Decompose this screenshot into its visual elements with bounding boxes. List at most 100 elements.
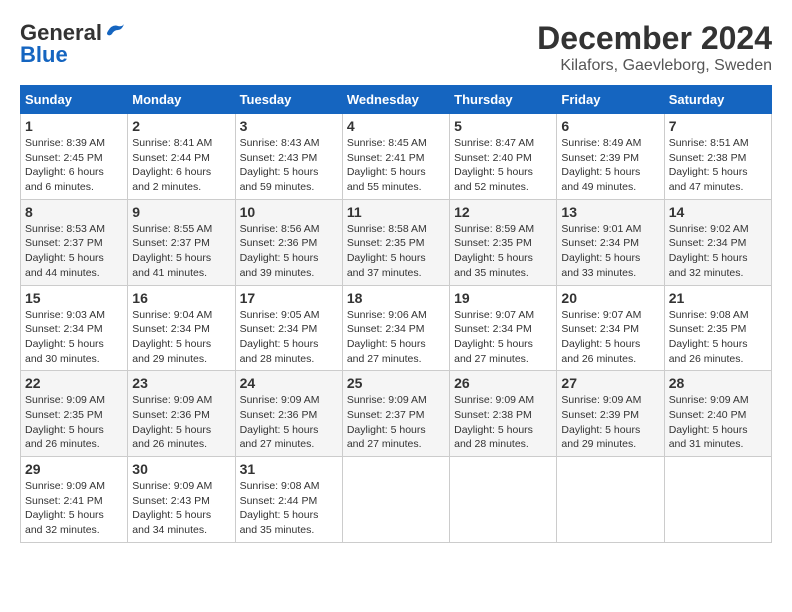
day-number: 13 [561, 204, 659, 220]
day-info: Sunrise: 8:59 AMSunset: 2:35 PMDaylight:… [454, 222, 552, 281]
day-number: 7 [669, 118, 767, 134]
day-info: Sunrise: 8:41 AMSunset: 2:44 PMDaylight:… [132, 136, 230, 195]
calendar-cell: 16 Sunrise: 9:04 AMSunset: 2:34 PMDayligh… [128, 285, 235, 371]
calendar-cell: 21 Sunrise: 9:08 AMSunset: 2:35 PMDayligh… [664, 285, 771, 371]
day-info: Sunrise: 9:09 AMSunset: 2:36 PMDaylight:… [132, 393, 230, 452]
calendar-cell: 14Sunrise: 9:02 AMSunset: 2:34 PMDayligh… [664, 199, 771, 285]
day-info: Sunrise: 9:06 AMSunset: 2:34 PMDaylight:… [347, 308, 445, 367]
calendar-cell: 19 Sunrise: 9:07 AMSunset: 2:34 PMDayligh… [450, 285, 557, 371]
day-info: Sunrise: 9:08 AMSunset: 2:44 PMDaylight:… [240, 479, 338, 538]
calendar-week-row: 22 Sunrise: 9:09 AMSunset: 2:35 PMDayligh… [21, 371, 772, 457]
calendar-cell: 20 Sunrise: 9:07 AMSunset: 2:34 PMDayligh… [557, 285, 664, 371]
calendar-cell: 23 Sunrise: 9:09 AMSunset: 2:36 PMDayligh… [128, 371, 235, 457]
day-number: 3 [240, 118, 338, 134]
day-info: Sunrise: 8:55 AMSunset: 2:37 PMDaylight:… [132, 222, 230, 281]
day-number: 20 [561, 290, 659, 306]
calendar-cell: 25 Sunrise: 9:09 AMSunset: 2:37 PMDayligh… [342, 371, 449, 457]
calendar-cell: 10 Sunrise: 8:56 AMSunset: 2:36 PMDayligh… [235, 199, 342, 285]
calendar-cell: 13 Sunrise: 9:01 AMSunset: 2:34 PMDayligh… [557, 199, 664, 285]
day-number: 2 [132, 118, 230, 134]
calendar-cell: 7Sunrise: 8:51 AMSunset: 2:38 PMDaylight… [664, 114, 771, 200]
day-number: 4 [347, 118, 445, 134]
day-number: 29 [25, 461, 123, 477]
day-info: Sunrise: 9:08 AMSunset: 2:35 PMDaylight:… [669, 308, 767, 367]
weekday-header-thursday: Thursday [450, 86, 557, 114]
day-info: Sunrise: 8:53 AMSunset: 2:37 PMDaylight:… [25, 222, 123, 281]
calendar-cell: 11Sunrise: 8:58 AMSunset: 2:35 PMDayligh… [342, 199, 449, 285]
bird-icon [104, 22, 126, 40]
title-section: December 2024 Kilafors, Gaevleborg, Swed… [537, 20, 772, 75]
calendar-week-row: 15Sunrise: 9:03 AMSunset: 2:34 PMDayligh… [21, 285, 772, 371]
logo: General Blue [20, 20, 126, 68]
day-info: Sunrise: 9:07 AMSunset: 2:34 PMDaylight:… [454, 308, 552, 367]
day-info: Sunrise: 8:47 AMSunset: 2:40 PMDaylight:… [454, 136, 552, 195]
weekday-header-wednesday: Wednesday [342, 86, 449, 114]
day-number: 9 [132, 204, 230, 220]
page-title: December 2024 [537, 20, 772, 57]
day-number: 21 [669, 290, 767, 306]
day-number: 23 [132, 375, 230, 391]
day-number: 8 [25, 204, 123, 220]
weekday-header-tuesday: Tuesday [235, 86, 342, 114]
calendar-cell: 1Sunrise: 8:39 AMSunset: 2:45 PMDaylight… [21, 114, 128, 200]
day-info: Sunrise: 9:09 AMSunset: 2:39 PMDaylight:… [561, 393, 659, 452]
day-number: 12 [454, 204, 552, 220]
day-number: 26 [454, 375, 552, 391]
calendar-cell [342, 457, 449, 543]
calendar-cell: 31 Sunrise: 9:08 AMSunset: 2:44 PMDayligh… [235, 457, 342, 543]
calendar-cell: 28 Sunrise: 9:09 AMSunset: 2:40 PMDayligh… [664, 371, 771, 457]
logo-blue-text: Blue [20, 42, 68, 68]
calendar-cell [557, 457, 664, 543]
calendar-header-row: SundayMondayTuesdayWednesdayThursdayFrid… [21, 86, 772, 114]
calendar-cell: 24Sunrise: 9:09 AMSunset: 2:36 PMDayligh… [235, 371, 342, 457]
day-number: 17 [240, 290, 338, 306]
calendar-cell: 27 Sunrise: 9:09 AMSunset: 2:39 PMDayligh… [557, 371, 664, 457]
day-number: 16 [132, 290, 230, 306]
calendar-table: SundayMondayTuesdayWednesdayThursdayFrid… [20, 85, 772, 543]
day-number: 6 [561, 118, 659, 134]
calendar-cell: 22 Sunrise: 9:09 AMSunset: 2:35 PMDayligh… [21, 371, 128, 457]
calendar-cell: 9 Sunrise: 8:55 AMSunset: 2:37 PMDaylight… [128, 199, 235, 285]
calendar-cell: 3 Sunrise: 8:43 AMSunset: 2:43 PMDaylight… [235, 114, 342, 200]
day-info: Sunrise: 9:09 AMSunset: 2:36 PMDaylight:… [240, 393, 338, 452]
calendar-week-row: 1Sunrise: 8:39 AMSunset: 2:45 PMDaylight… [21, 114, 772, 200]
day-info: Sunrise: 8:56 AMSunset: 2:36 PMDaylight:… [240, 222, 338, 281]
calendar-cell: 26 Sunrise: 9:09 AMSunset: 2:38 PMDayligh… [450, 371, 557, 457]
day-number: 27 [561, 375, 659, 391]
calendar-cell: 12 Sunrise: 8:59 AMSunset: 2:35 PMDayligh… [450, 199, 557, 285]
day-number: 14 [669, 204, 767, 220]
weekday-header-saturday: Saturday [664, 86, 771, 114]
day-number: 1 [25, 118, 123, 134]
calendar-cell: 6Sunrise: 8:49 AMSunset: 2:39 PMDaylight… [557, 114, 664, 200]
day-info: Sunrise: 9:09 AMSunset: 2:35 PMDaylight:… [25, 393, 123, 452]
calendar-cell [664, 457, 771, 543]
calendar-cell: 29 Sunrise: 9:09 AMSunset: 2:41 PMDayligh… [21, 457, 128, 543]
day-number: 18 [347, 290, 445, 306]
day-number: 31 [240, 461, 338, 477]
day-info: Sunrise: 8:43 AMSunset: 2:43 PMDaylight:… [240, 136, 338, 195]
calendar-week-row: 8 Sunrise: 8:53 AMSunset: 2:37 PMDaylight… [21, 199, 772, 285]
day-number: 30 [132, 461, 230, 477]
calendar-cell: 15Sunrise: 9:03 AMSunset: 2:34 PMDayligh… [21, 285, 128, 371]
day-info: Sunrise: 9:09 AMSunset: 2:43 PMDaylight:… [132, 479, 230, 538]
calendar-cell: 4 Sunrise: 8:45 AMSunset: 2:41 PMDaylight… [342, 114, 449, 200]
day-info: Sunrise: 9:09 AMSunset: 2:37 PMDaylight:… [347, 393, 445, 452]
day-number: 22 [25, 375, 123, 391]
day-info: Sunrise: 9:09 AMSunset: 2:38 PMDaylight:… [454, 393, 552, 452]
day-number: 28 [669, 375, 767, 391]
page-header: General Blue December 2024 Kilafors, Gae… [20, 20, 772, 75]
day-info: Sunrise: 9:01 AMSunset: 2:34 PMDaylight:… [561, 222, 659, 281]
day-info: Sunrise: 9:07 AMSunset: 2:34 PMDaylight:… [561, 308, 659, 367]
day-info: Sunrise: 9:05 AMSunset: 2:34 PMDaylight:… [240, 308, 338, 367]
weekday-header-friday: Friday [557, 86, 664, 114]
day-number: 19 [454, 290, 552, 306]
day-number: 5 [454, 118, 552, 134]
day-info: Sunrise: 8:45 AMSunset: 2:41 PMDaylight:… [347, 136, 445, 195]
calendar-cell [450, 457, 557, 543]
day-number: 10 [240, 204, 338, 220]
day-info: Sunrise: 9:09 AMSunset: 2:41 PMDaylight:… [25, 479, 123, 538]
day-number: 25 [347, 375, 445, 391]
day-number: 15 [25, 290, 123, 306]
day-info: Sunrise: 9:09 AMSunset: 2:40 PMDaylight:… [669, 393, 767, 452]
day-info: Sunrise: 9:04 AMSunset: 2:34 PMDaylight:… [132, 308, 230, 367]
